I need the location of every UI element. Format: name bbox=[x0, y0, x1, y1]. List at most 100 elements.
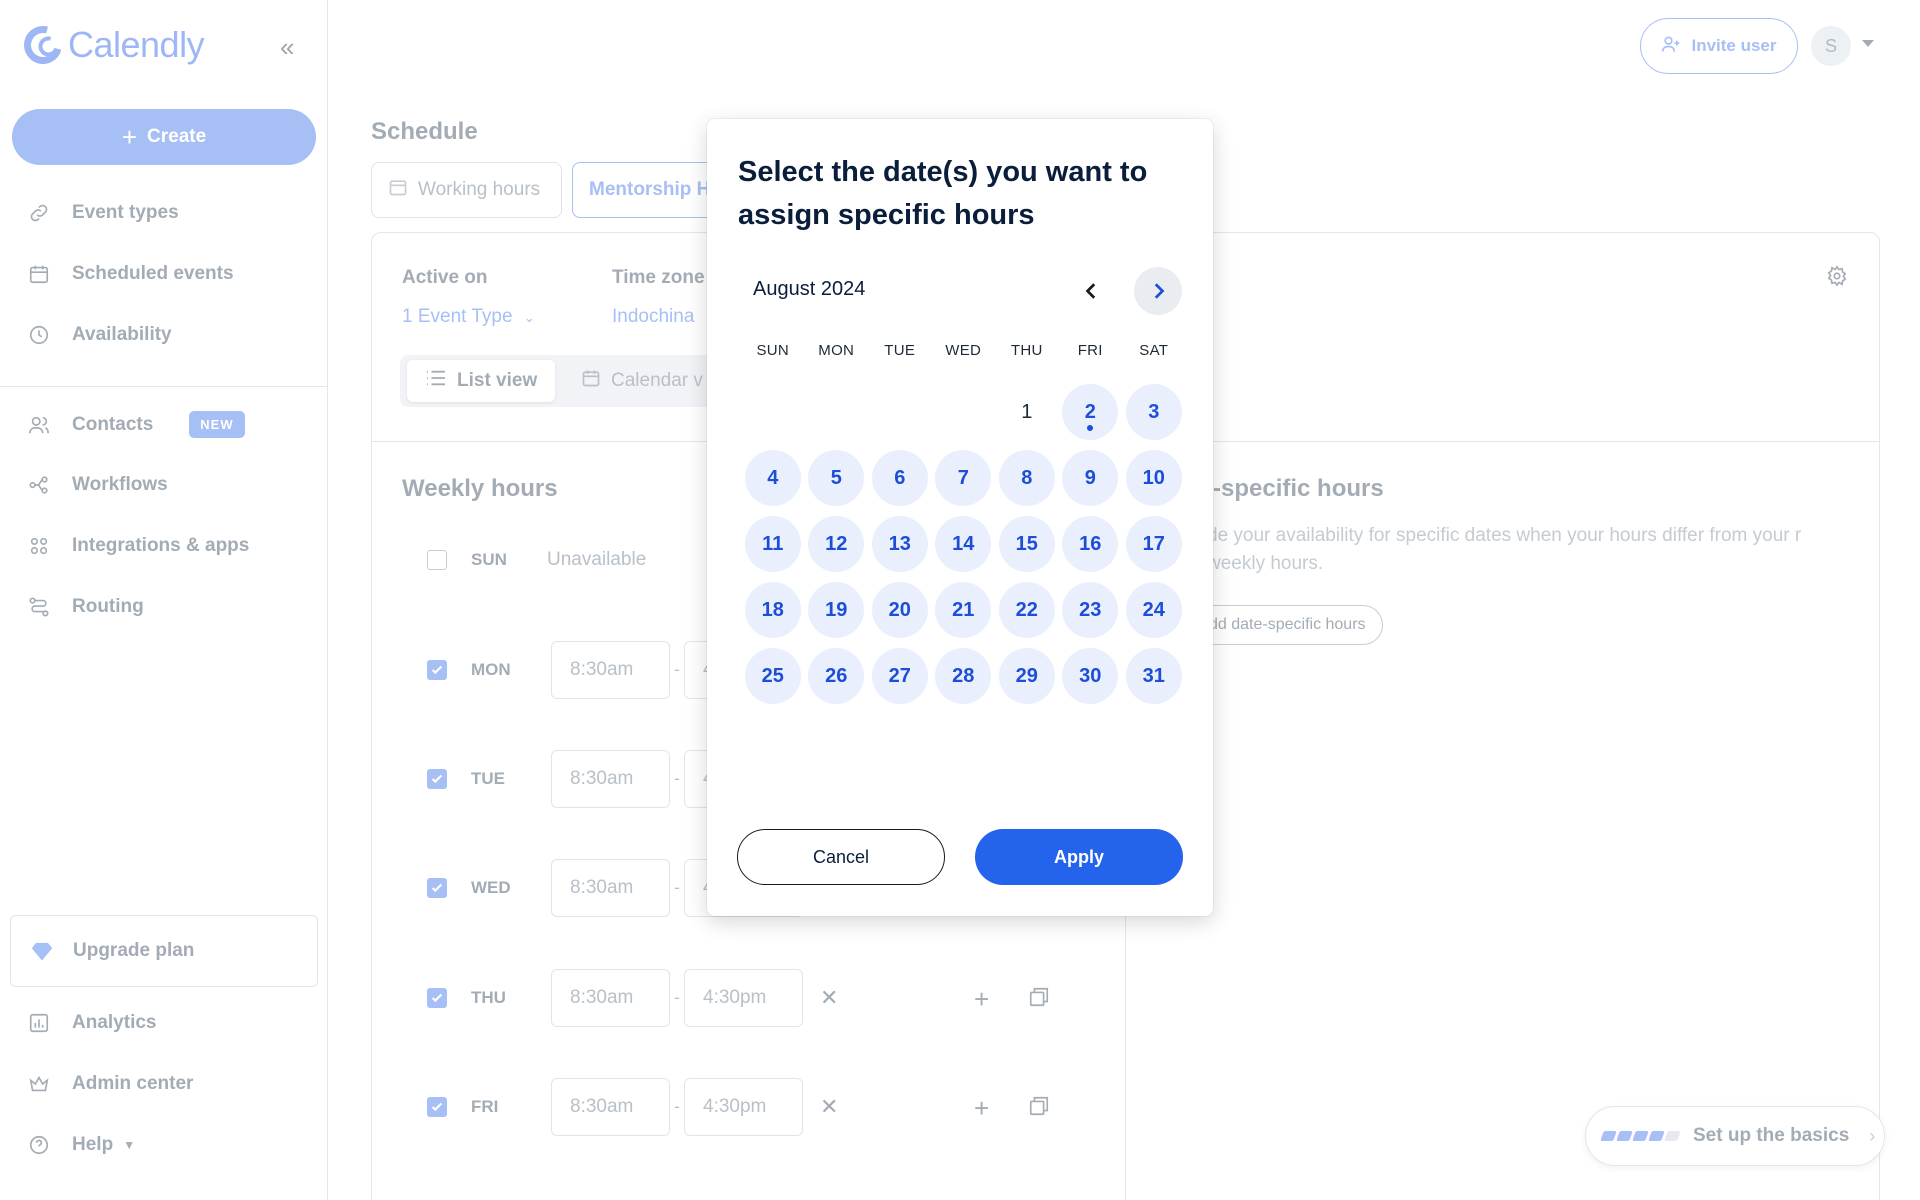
calendar-day-22[interactable]: 22 bbox=[998, 582, 1055, 638]
date-specific-hours-description: de your availability for specific dates … bbox=[1207, 525, 1802, 574]
copy-icon[interactable] bbox=[1028, 1095, 1050, 1123]
day-cell: 18 bbox=[741, 577, 805, 643]
sidebar-item-admin-center[interactable]: Admin center bbox=[28, 1073, 193, 1095]
day-checkbox[interactable] bbox=[427, 878, 447, 898]
workflow-icon bbox=[28, 474, 50, 496]
day-cell: 31 bbox=[1122, 643, 1186, 709]
day-checkbox[interactable] bbox=[427, 550, 447, 570]
timezone-dropdown[interactable]: Indochina bbox=[612, 306, 694, 328]
calendar-day-28[interactable]: 28 bbox=[935, 648, 992, 704]
next-month-button[interactable] bbox=[1134, 267, 1182, 315]
day-checkbox[interactable] bbox=[427, 988, 447, 1008]
calendar-day-12[interactable]: 12 bbox=[808, 516, 865, 572]
calendar-day-7[interactable]: 7 bbox=[935, 450, 992, 506]
calendar-day-18[interactable]: 18 bbox=[744, 582, 801, 638]
calendar-day-11[interactable]: 11 bbox=[744, 516, 801, 572]
create-button[interactable]: + Create bbox=[12, 109, 316, 165]
setup-basics-widget[interactable]: Set up the basics › bbox=[1585, 1106, 1885, 1166]
collapse-sidebar-icon[interactable]: « bbox=[280, 32, 294, 63]
day-checkbox[interactable] bbox=[427, 660, 447, 680]
calendar-day-20[interactable]: 20 bbox=[871, 582, 928, 638]
calendar-day-15[interactable]: 15 bbox=[998, 516, 1055, 572]
avatar[interactable]: S bbox=[1811, 26, 1851, 66]
add-date-specific-hours-button[interactable]: dd date-specific hours bbox=[1190, 605, 1383, 645]
calendar-day-17[interactable]: 17 bbox=[1125, 516, 1182, 572]
calendar-day-10[interactable]: 10 bbox=[1125, 450, 1182, 506]
sidebar-item-routing[interactable]: Routing bbox=[28, 596, 144, 618]
calendar-day-29[interactable]: 29 bbox=[998, 648, 1055, 704]
sidebar-item-label: Availability bbox=[72, 324, 172, 345]
sidebar-item-event-types[interactable]: Event types bbox=[28, 202, 179, 224]
calendar-day-16[interactable]: 16 bbox=[1062, 516, 1119, 572]
close-icon[interactable]: ✕ bbox=[820, 985, 838, 1011]
day-cell: 13 bbox=[868, 511, 932, 577]
calendar-day-6[interactable]: 6 bbox=[871, 450, 928, 506]
create-label: Create bbox=[147, 126, 207, 147]
start-time-input[interactable]: 8:30am bbox=[551, 969, 670, 1027]
sidebar-item-availability[interactable]: Availability bbox=[28, 324, 172, 346]
calendar-day-27[interactable]: 27 bbox=[871, 648, 928, 704]
calendar-day-9[interactable]: 9 bbox=[1062, 450, 1119, 506]
sidebar-item-integrations[interactable]: Integrations & apps bbox=[28, 535, 249, 557]
calendar-day-21[interactable]: 21 bbox=[935, 582, 992, 638]
grid-icon bbox=[28, 535, 50, 557]
calendar-day-13[interactable]: 13 bbox=[871, 516, 928, 572]
day-number: 10 bbox=[1142, 466, 1165, 489]
timezone-label: Time zone bbox=[612, 267, 705, 288]
plus-icon[interactable]: + bbox=[974, 1093, 989, 1124]
sidebar-divider bbox=[0, 386, 328, 387]
plus-icon[interactable]: + bbox=[974, 984, 989, 1015]
gear-icon[interactable] bbox=[1826, 265, 1848, 292]
list-view-button[interactable]: List view bbox=[407, 360, 556, 402]
sidebar-item-workflows[interactable]: Workflows bbox=[28, 474, 168, 496]
weekday-header: SUN MON TUE WED THU FRI SAT bbox=[741, 342, 1181, 368]
cancel-button[interactable]: Cancel bbox=[737, 829, 945, 885]
start-time-input[interactable]: 8:30am bbox=[551, 641, 670, 699]
upgrade-plan-button[interactable]: Upgrade plan bbox=[10, 915, 318, 987]
calendar-day-26[interactable]: 26 bbox=[808, 648, 865, 704]
calendar-day-3[interactable]: 3 bbox=[1125, 384, 1182, 440]
calendar-day-14[interactable]: 14 bbox=[935, 516, 992, 572]
calendar-day-5[interactable]: 5 bbox=[808, 450, 865, 506]
day-cell: 26 bbox=[805, 643, 869, 709]
tab-label: Working hours bbox=[418, 179, 541, 200]
chevron-down-icon[interactable] bbox=[1862, 40, 1874, 47]
tab-label: Mentorship H bbox=[589, 179, 711, 200]
invite-user-button[interactable]: Invite user bbox=[1640, 18, 1798, 74]
close-icon[interactable]: ✕ bbox=[820, 1094, 838, 1120]
day-number: 28 bbox=[952, 664, 975, 687]
day-number: 5 bbox=[830, 466, 842, 489]
start-time-input[interactable]: 8:30am bbox=[551, 750, 670, 808]
active-on-dropdown[interactable]: 1 Event Type ⌄ bbox=[402, 306, 535, 328]
calendar-day-8[interactable]: 8 bbox=[998, 450, 1055, 506]
apply-button[interactable]: Apply bbox=[975, 829, 1183, 885]
calendar-day-24[interactable]: 24 bbox=[1125, 582, 1182, 638]
calendar-day-31[interactable]: 31 bbox=[1125, 648, 1182, 704]
sidebar-item-help[interactable]: Help ▼ bbox=[28, 1134, 135, 1156]
day-cell: 22 bbox=[995, 577, 1059, 643]
calendly-logo[interactable]: Calendly bbox=[17, 19, 205, 71]
sidebar-item-analytics[interactable]: Analytics bbox=[28, 1012, 156, 1034]
day-cell: 14 bbox=[932, 511, 996, 577]
calendar-view-button[interactable]: Calendar v bbox=[563, 360, 721, 402]
sidebar-item-contacts[interactable]: Contacts NEW bbox=[28, 411, 245, 438]
calendar-day-4[interactable]: 4 bbox=[744, 450, 801, 506]
day-checkbox[interactable] bbox=[427, 1097, 447, 1117]
end-time-input[interactable]: 4:30pm bbox=[684, 969, 803, 1027]
calendar-day-23[interactable]: 23 bbox=[1062, 582, 1119, 638]
calendar-day-25[interactable]: 25 bbox=[744, 648, 801, 704]
start-time-input[interactable]: 8:30am bbox=[551, 859, 670, 917]
end-time-input[interactable]: 4:30pm bbox=[684, 1078, 803, 1136]
calendar-day-30[interactable]: 30 bbox=[1062, 648, 1119, 704]
day-number: 19 bbox=[825, 598, 848, 621]
tab-working-hours[interactable]: Working hours bbox=[371, 162, 562, 218]
day-checkbox[interactable] bbox=[427, 769, 447, 789]
day-cell: 2 bbox=[1059, 379, 1123, 445]
previous-month-button[interactable] bbox=[1073, 272, 1111, 310]
start-time-input[interactable]: 8:30am bbox=[551, 1078, 670, 1136]
sidebar-item-scheduled-events[interactable]: Scheduled events bbox=[28, 263, 234, 285]
calendar-day-2[interactable]: 2 bbox=[1062, 384, 1119, 440]
weekday-label: WED bbox=[945, 342, 982, 359]
calendar-day-19[interactable]: 19 bbox=[808, 582, 865, 638]
copy-icon[interactable] bbox=[1028, 986, 1050, 1014]
